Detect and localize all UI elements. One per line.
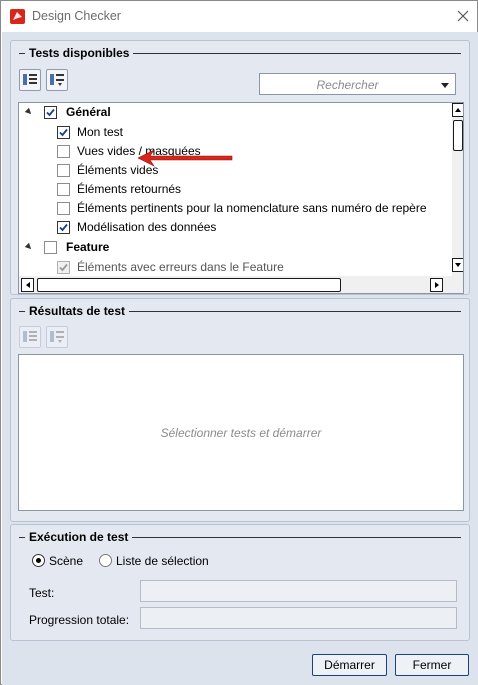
checkbox-elements-vides[interactable] [57,164,70,177]
radio-scene-label[interactable]: Scène [49,554,83,568]
results-placeholder: Sélectionner tests et démarrer [160,426,322,440]
results-list[interactable]: Sélectionner tests et démarrer [18,354,464,511]
checkbox-elements-retournes[interactable] [57,183,70,196]
app-icon [10,9,25,24]
checkbox-elements-pertinents[interactable] [57,202,70,215]
tests-group: Tests disponibles Rechercher Général Mon… [10,40,470,295]
execution-group: Exécution de test Scène Liste de sélecti… [10,524,470,641]
checkbox-general[interactable] [44,106,57,119]
tree-item-general[interactable]: Général [19,103,452,122]
design-checker-window: Design Checker Tests disponibles Recherc… [0,0,478,685]
collapse-all-icon [50,74,64,86]
tree-item-label: Mon test [77,125,124,139]
search-placeholder: Rechercher [316,78,379,92]
execution-group-header: Exécution de test [19,530,461,545]
tree-item-feature[interactable]: Feature [19,238,452,257]
chevron-down-icon[interactable] [441,83,449,88]
close-button[interactable]: Fermer [395,654,469,676]
tests-tree: Général Mon test Vues vides / masquées É… [18,102,464,294]
expand-all-button[interactable] [19,69,41,91]
tests-group-title: Tests disponibles [29,46,134,60]
expand-all-icon [23,74,37,85]
scroll-up-button[interactable] [452,103,463,117]
tree-item-label: Éléments avec erreurs dans le Feature [77,260,284,274]
vertical-scroll-thumb[interactable] [453,120,463,151]
scroll-right-button[interactable] [430,278,443,292]
tests-group-header: Tests disponibles [19,46,461,61]
tree-item-label: Feature [66,240,110,254]
expand-arrow-icon[interactable] [24,242,34,252]
start-button[interactable]: Démarrer [312,654,387,676]
tree-item-mon-test[interactable]: Mon test [19,123,452,142]
red-arrow-icon [137,149,233,167]
search-dropdown[interactable]: Rechercher [259,73,456,95]
tree-vertical-scrollbar[interactable] [452,103,463,276]
expand-arrow-icon[interactable] [24,107,34,117]
tree-item-elements-retournes[interactable]: Éléments retournés [19,180,452,199]
tree-item-modelisation[interactable]: Modélisation des données [19,218,452,237]
test-field [140,580,457,602]
checkbox-feature[interactable] [44,241,57,254]
scroll-left-button[interactable] [21,278,34,292]
window-title: Design Checker [32,9,121,23]
progress-field [140,607,457,629]
results-expand-button [19,326,41,348]
tree-item-elements-pertinents[interactable]: Éléments pertinents pour la nomenclature… [19,199,452,218]
results-collapse-button [46,326,68,348]
radio-scene[interactable] [32,554,45,567]
checkbox-erreurs-feature [57,261,70,274]
tree-item-label: Général [66,105,111,119]
dialog-body: Tests disponibles Rechercher Général Mon… [2,32,478,685]
radio-selection-list-label[interactable]: Liste de sélection [116,554,209,568]
checkbox-mon-test[interactable] [57,126,70,139]
checkbox-modelisation[interactable] [57,221,70,234]
results-group: Résultats de test Sélectionner tests et … [10,298,470,522]
tree-horizontal-scrollbar[interactable] [19,276,463,293]
horizontal-scroll-thumb[interactable] [37,278,341,292]
collapse-all-icon [50,331,64,343]
expand-all-icon [23,331,37,342]
progress-label: Progression totale: [29,613,130,627]
test-label: Test: [29,586,55,600]
radio-selection-list[interactable] [99,554,112,567]
close-icon[interactable] [453,6,473,26]
scroll-down-button[interactable] [452,258,463,272]
tree-item-erreurs-feature[interactable]: Éléments avec erreurs dans le Feature [19,258,452,277]
collapse-all-button[interactable] [46,69,68,91]
tree-item-label: Éléments retournés [77,182,182,196]
results-group-header: Résultats de test [19,304,461,319]
execution-group-title: Exécution de test [29,530,133,544]
title-bar: Design Checker [1,1,477,32]
results-group-title: Résultats de test [29,304,130,318]
checkbox-vues-vides[interactable] [57,145,70,158]
tree-item-label: Modélisation des données [77,220,217,234]
tree-item-label: Éléments pertinents pour la nomenclature… [77,201,427,215]
